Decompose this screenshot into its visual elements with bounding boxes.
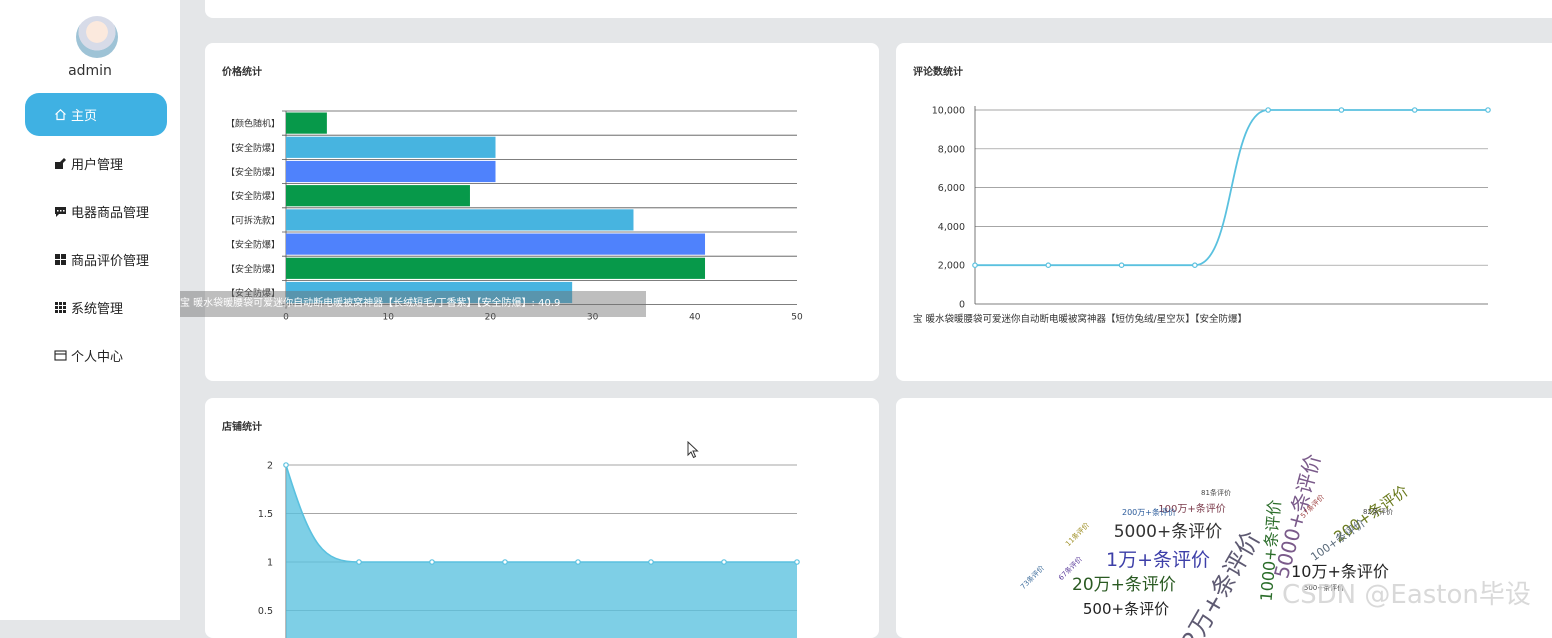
- data-point: [1265, 107, 1271, 113]
- y-tick-label: 2,000: [938, 261, 965, 272]
- stores-chart: 0.5 1 1.5 2: [258, 461, 800, 638]
- data-point: [283, 462, 289, 468]
- sidebar-item-system-management[interactable]: 系统管理: [25, 286, 167, 329]
- data-point: [502, 559, 508, 565]
- user-manage-icon: [53, 157, 67, 171]
- y-tick-label: 1: [267, 558, 273, 569]
- bar: [286, 136, 496, 158]
- word-cloud-word: 1万+条评价: [1106, 549, 1210, 571]
- message-icon: [53, 205, 67, 219]
- word-cloud-word: 82条评价: [1363, 507, 1393, 516]
- apps-icon: [53, 301, 67, 315]
- sidebar-item-home[interactable]: 主页: [25, 93, 167, 136]
- card-icon: [53, 349, 67, 363]
- comments-card: 评论数统计 0 2,000 4,000 6,000 8,000 10,000 宝 暖水袋暖…: [896, 43, 1552, 381]
- avatar[interactable]: [76, 16, 118, 58]
- x-tick-label: 40: [689, 313, 701, 323]
- sidebar-item-appliance-management[interactable]: 电器商品管理: [25, 190, 167, 233]
- y-tick-label: 4,000: [938, 222, 965, 233]
- data-point: [575, 559, 581, 565]
- data-point: [1485, 107, 1491, 113]
- sidebar-item-label: 主页: [71, 109, 98, 124]
- bar: [286, 160, 496, 183]
- data-point: [1118, 262, 1125, 269]
- sidebar: admin 主页 用户管理 电器商品管理 商品评价管理 系统管理 个人中心: [0, 0, 180, 620]
- data-point: [429, 559, 435, 565]
- word-cloud-word: 2万+条评价: [1176, 526, 1266, 638]
- sidebar-item-label: 个人中心: [71, 350, 124, 365]
- data-point: [721, 559, 727, 565]
- bar: [286, 233, 706, 255]
- data-point: [1045, 262, 1052, 269]
- sidebar-item-label: 系统管理: [71, 302, 124, 317]
- y-tick-label: 0: [959, 300, 965, 311]
- y-tick-label: 【可拆洗款】: [226, 214, 280, 226]
- word-cloud-word: 20万+条评价: [1072, 575, 1176, 595]
- y-tick-label: 【安全防爆】: [226, 142, 280, 154]
- sidebar-item-profile[interactable]: 个人中心: [25, 334, 167, 377]
- data-point: [1192, 262, 1198, 269]
- y-tick-label: 【颜色随机】: [226, 118, 280, 130]
- chart-tooltip: 宝 暖水袋暖腰袋可爱迷你自动断电暖被窝神器【长绒短毛/丁香紫】【安全防爆】: 4…: [180, 291, 646, 317]
- y-tick-label: 【安全防爆】: [226, 263, 280, 275]
- x-tick-label: 50: [791, 313, 803, 323]
- word-cloud-word: 100+条评价: [1308, 516, 1368, 564]
- y-tick-label: 0.5: [258, 606, 273, 617]
- word-cloud-word: 500+条评价: [1083, 600, 1169, 618]
- sidebar-item-label: 商品评价管理: [71, 254, 150, 269]
- data-point: [972, 262, 978, 269]
- word-cloud-word: 200万+条评价: [1122, 507, 1176, 517]
- price-card: 价格统计 【颜色随机】 【安全防爆】 【安全防爆】 【安全防爆】 【可拆洗款】 【安全防爆…: [205, 43, 879, 381]
- data-point: [1338, 107, 1345, 113]
- comments-chart: 0 2,000 4,000 6,000 8,000 10,000: [932, 106, 1491, 311]
- word-cloud-word: 73条评价: [1018, 563, 1046, 591]
- home-icon: [53, 108, 67, 122]
- sidebar-item-label: 用户管理: [71, 158, 124, 173]
- top-card: [205, 0, 1552, 18]
- data-point: [648, 559, 654, 565]
- data-point: [1411, 107, 1418, 113]
- watermark: CSDN @Easton毕设: [1282, 580, 1531, 610]
- y-tick-label: 6,000: [938, 183, 965, 194]
- comments-x-label: 宝 暖水袋暖腰袋可爱迷你自动断电暖被窝神器【短仿兔绒/星空灰】【安全防爆】: [913, 314, 1247, 325]
- username: admin: [68, 63, 112, 79]
- y-tick-label: 2: [267, 461, 273, 472]
- y-tick-label: 8,000: [938, 144, 965, 155]
- bar: [286, 185, 470, 207]
- y-tick-label: 1.5: [258, 509, 273, 520]
- mouse-cursor-icon: [687, 441, 699, 459]
- word-cloud-word: 11条评价: [1063, 520, 1091, 548]
- stores-card: 店铺统计 0.5 1 1.5 2: [205, 398, 879, 638]
- y-tick-label: 10,000: [932, 106, 965, 117]
- bar: [286, 257, 706, 279]
- data-point: [356, 559, 362, 565]
- grid-icon: [53, 253, 67, 267]
- bar: [286, 112, 327, 134]
- word-cloud-word: 5000+条评价: [1114, 522, 1223, 542]
- y-tick-label: 【安全防爆】: [226, 239, 280, 251]
- sidebar-item-user-management[interactable]: 用户管理: [25, 142, 167, 185]
- sidebar-item-label: 电器商品管理: [71, 206, 150, 221]
- word-cloud-word: 81条评价: [1201, 488, 1231, 497]
- bar: [286, 209, 634, 231]
- price-chart: 【颜色随机】【安全防爆】【安全防爆】【安全防爆】【可拆洗款】【安全防爆】【安全防…: [226, 110, 803, 323]
- y-tick-label: 【安全防爆】: [226, 190, 280, 202]
- data-point: [794, 559, 800, 565]
- y-tick-label: 【安全防爆】: [226, 166, 280, 178]
- series-area: [286, 465, 797, 638]
- sidebar-item-review-management[interactable]: 商品评价管理: [25, 238, 167, 281]
